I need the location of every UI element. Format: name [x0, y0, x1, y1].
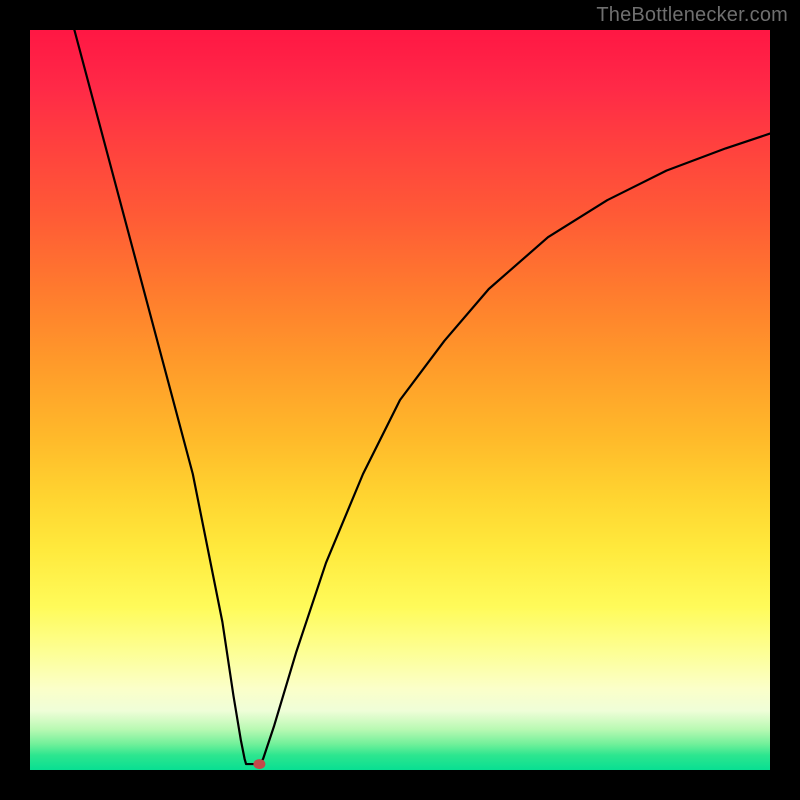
- chart-plot-area: [30, 30, 770, 770]
- chart-frame: TheBottlenecker.com: [0, 0, 800, 800]
- watermark-text: TheBottlenecker.com: [596, 4, 788, 27]
- chart-svg: [30, 30, 770, 770]
- minimum-marker: [253, 759, 265, 769]
- bottleneck-curve: [74, 30, 770, 764]
